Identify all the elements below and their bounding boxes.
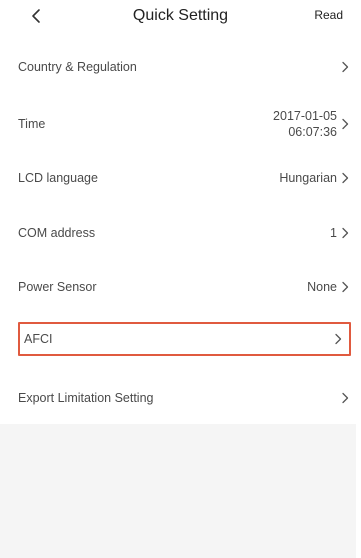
chevron-right-icon bbox=[339, 227, 351, 239]
row-label: COM address bbox=[18, 226, 96, 240]
row-afci[interactable]: AFCI bbox=[18, 322, 351, 356]
row-value: Hungarian bbox=[279, 171, 337, 185]
chevron-right-icon bbox=[339, 118, 351, 130]
row-label: AFCI bbox=[24, 332, 53, 346]
settings-list: Country & Regulation Time 2017-01-05 06:… bbox=[0, 34, 356, 424]
empty-area bbox=[0, 424, 356, 558]
header-bar: Quick Setting Read bbox=[0, 0, 361, 34]
read-button[interactable]: Read bbox=[314, 8, 343, 22]
row-export-limitation[interactable]: Export Limitation Setting bbox=[18, 382, 351, 414]
row-power-sensor[interactable]: Power Sensor None bbox=[18, 271, 351, 303]
page-title: Quick Setting bbox=[132, 7, 229, 24]
row-label: Country & Regulation bbox=[18, 60, 137, 74]
chevron-right-icon bbox=[332, 333, 344, 345]
row-label: LCD language bbox=[18, 171, 98, 185]
time-value: 2017-01-05 06:07:36 bbox=[273, 108, 337, 140]
clock-value: 06:07:36 bbox=[288, 125, 337, 139]
row-value: None bbox=[307, 280, 337, 294]
row-label: Export Limitation Setting bbox=[18, 391, 154, 405]
row-lcd-language[interactable]: LCD language Hungarian bbox=[18, 162, 351, 194]
chevron-right-icon bbox=[339, 172, 351, 184]
chevron-right-icon bbox=[339, 392, 351, 404]
row-country-regulation[interactable]: Country & Regulation bbox=[18, 51, 351, 83]
chevron-right-icon bbox=[339, 281, 351, 293]
row-time[interactable]: Time 2017-01-05 06:07:36 bbox=[18, 106, 351, 142]
chevron-right-icon bbox=[339, 61, 351, 73]
row-com-address[interactable]: COM address 1 bbox=[18, 217, 351, 249]
date-value: 2017-01-05 bbox=[273, 109, 337, 123]
row-value: 1 bbox=[330, 226, 337, 240]
row-label: Time bbox=[18, 117, 46, 131]
row-label: Power Sensor bbox=[18, 280, 97, 294]
